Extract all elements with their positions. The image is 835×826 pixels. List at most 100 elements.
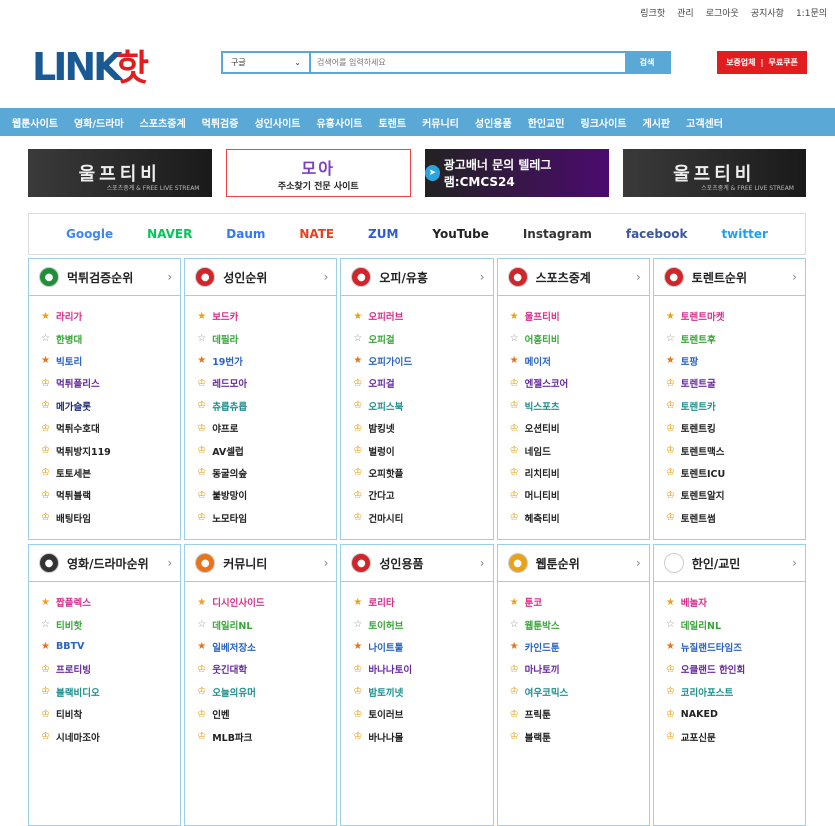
link-item[interactable]: ★ 카인드툰 [508,636,649,658]
chevron-right-icon[interactable]: › [792,556,797,570]
link-item[interactable]: ★ 토팡 [664,350,805,372]
link-item[interactable]: ♔ 오늘의유머 [195,681,336,703]
card-header[interactable]: ● 한인/교민 › [653,545,805,582]
link-item[interactable]: ♔ 먹튀방지119 [39,439,180,461]
link-item[interactable]: ♔ 토렌트킹 [664,417,805,439]
link-item[interactable]: ☆ 웹툰박스 [508,613,649,635]
nav-movie[interactable]: 영화/드라마 [66,115,132,130]
link-item[interactable]: ★ 메이저 [508,350,649,372]
chevron-right-icon[interactable]: › [324,556,329,570]
banner-wolftv-1[interactable]: 울프티비 스포츠중계 & FREE LIVE STREAM [28,149,212,197]
card-header[interactable]: ● 영화/드라마순위 › [29,545,181,582]
link-item[interactable]: ♔ 간다고 [351,484,492,506]
link-item[interactable]: ♔ 코리아포스트 [664,681,805,703]
card-header[interactable]: ● 웹툰순위 › [497,545,649,582]
logo-daum[interactable]: Daum [226,227,265,241]
nav-linksite[interactable]: 링크사이트 [573,115,635,130]
link-item[interactable]: ♔ 바나나토이 [351,658,492,680]
link-item[interactable]: ★ 뉴질랜드타임즈 [664,636,805,658]
link-item[interactable]: ★ 라리가 [39,305,180,327]
link-item[interactable]: ♔ 바나나몰 [351,725,492,747]
link-item[interactable]: ♔ 교포신문 [664,725,805,747]
link-item[interactable]: ♔ 헤축티비 [508,507,649,529]
link-item[interactable]: ★ 오피가이드 [351,350,492,372]
link-item[interactable]: ♔ 동굴의숲 [195,462,336,484]
nav-verify[interactable]: 먹튀검증 [194,115,247,130]
link-item[interactable]: ♔ 토렌트알지 [664,484,805,506]
chevron-right-icon[interactable]: › [167,270,172,284]
link-item[interactable]: ♔ 메가슬롯 [39,395,180,417]
link-item[interactable]: ♔ 빅스포츠 [508,395,649,417]
logo-zum[interactable]: ZUM [368,227,398,241]
link-item[interactable]: ♔ 토렌트ICU [664,462,805,484]
partner-coupon-button[interactable]: 보증업체 | 무료쿠폰 [717,51,807,74]
link-item[interactable]: ♔ 프릭툰 [508,703,649,725]
logo-nate[interactable]: NATE [299,227,334,241]
nav-entertain[interactable]: 유흥사이트 [308,115,370,130]
chevron-right-icon[interactable]: › [480,270,485,284]
logo-facebook[interactable]: facebook [626,227,688,241]
card-header[interactable]: ● 스포츠중계 › [497,259,649,296]
link-item[interactable]: ☆ 티비핫 [39,613,180,635]
card-header[interactable]: ● 커뮤니티 › [185,545,337,582]
link-item[interactable]: ★ 베놀자 [664,591,805,613]
link-item[interactable]: ☆ 한병대 [39,327,180,349]
logo-google[interactable]: Google [66,227,113,241]
card-header[interactable]: ● 오피/유흥 › [341,259,493,296]
link-item[interactable]: ♔ 츄릅츄릅 [195,395,336,417]
link-item[interactable]: ♔ 토토세븐 [39,462,180,484]
chevron-right-icon[interactable]: › [480,556,485,570]
link-item[interactable]: ★ 보드카 [195,305,336,327]
link-item[interactable]: ★ BBTV [39,636,180,658]
link-item[interactable]: ★ 디시인사이드 [195,591,336,613]
chevron-right-icon[interactable]: › [636,556,641,570]
link-item[interactable]: ♔ 토렌트썸 [664,507,805,529]
link-item[interactable]: ♔ 야프로 [195,417,336,439]
card-header[interactable]: ● 성인용품 › [341,545,493,582]
card-header[interactable]: ● 먹튀검증순위 › [29,259,181,296]
toplink-linkhot[interactable]: 링크핫 [640,6,665,19]
link-item[interactable]: ♔ 토렌트굴 [664,372,805,394]
link-item[interactable]: ★ 토렌트마켓 [664,305,805,327]
link-item[interactable]: ★ 툰코 [508,591,649,613]
link-item[interactable]: ☆ 토렌트후 [664,327,805,349]
chevron-right-icon[interactable]: › [167,556,172,570]
banner-moa[interactable]: 모아 주소찾기 전문 사이트 [225,149,411,197]
chevron-right-icon[interactable]: › [792,270,797,284]
nav-support[interactable]: 고객센터 [678,115,731,130]
toplink-inquiry[interactable]: 1:1문의 [796,6,827,19]
toplink-logout[interactable]: 로그아웃 [706,6,739,19]
link-item[interactable]: ♔ 레드모아 [195,372,336,394]
link-item[interactable]: ♔ 노모타임 [195,507,336,529]
nav-torrent[interactable]: 토렌트 [370,115,414,130]
link-item[interactable]: ♔ 엔젤스코어 [508,372,649,394]
toplink-notice[interactable]: 공지사항 [751,6,784,19]
coupon-label[interactable]: 무료쿠폰 [768,57,797,68]
chevron-right-icon[interactable]: › [324,270,329,284]
partner-label[interactable]: 보증업체 [726,57,755,68]
link-item[interactable]: ♔ 토렌트맥스 [664,439,805,461]
link-item[interactable]: ★ 짭플렉스 [39,591,180,613]
nav-korean[interactable]: 한인교민 [520,115,573,130]
link-item[interactable]: ★ 빅토리 [39,350,180,372]
link-item[interactable]: ☆ 오피걸 [351,327,492,349]
link-item[interactable]: ♔ 인벤 [195,703,336,725]
link-item[interactable]: ♔ 먹튀수호대 [39,417,180,439]
link-item[interactable]: ♔ 오피걸 [351,372,492,394]
logo-twitter[interactable]: twitter [721,227,767,241]
logo-instagram[interactable]: Instagram [523,227,592,241]
card-header[interactable]: ● 토렌트순위 › [653,259,805,296]
link-item[interactable]: ♔ 오클랜드 한인회 [664,658,805,680]
link-item[interactable]: ☆ 데일리NL [195,613,336,635]
nav-board[interactable]: 게시판 [635,115,679,130]
logo-youtube[interactable]: YouTube [432,227,489,241]
nav-community[interactable]: 커뮤니티 [414,115,467,130]
toplink-admin[interactable]: 관리 [677,6,694,19]
nav-webtoon[interactable]: 웹툰사이트 [4,115,66,130]
link-item[interactable]: ★ 오피러브 [351,305,492,327]
link-item[interactable]: ♔ 네임드 [508,439,649,461]
link-item[interactable]: ♔ 오션티비 [508,417,649,439]
banner-wolftv-2[interactable]: 울프티비 스포츠중계 & FREE LIVE STREAM [622,149,806,197]
link-item[interactable]: ☆ 어흥티비 [508,327,649,349]
link-item[interactable]: ♔ 웃긴대학 [195,658,336,680]
